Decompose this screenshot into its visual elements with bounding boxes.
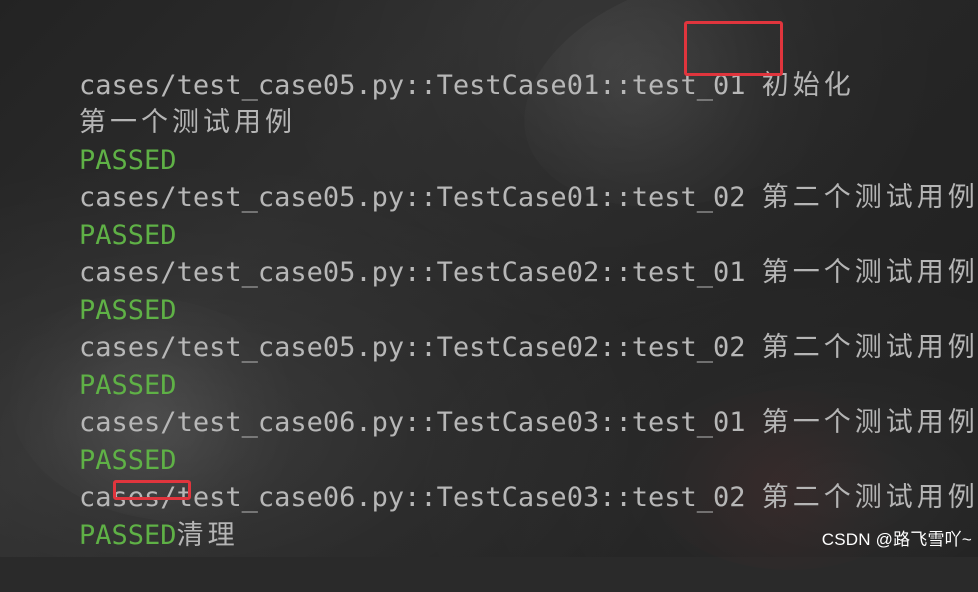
test-path: cases/test_case05.py::TestCase01::test_0…	[79, 182, 746, 213]
status-badge: PASSED	[79, 294, 177, 326]
test-path: cases/test_case05.py::TestCase01::test_0…	[79, 69, 746, 101]
status-badge: PASSED	[79, 519, 177, 551]
test-path: cases/test_case05.py::TestCase02::test_0…	[79, 332, 746, 363]
status-badge: PASSED	[79, 369, 177, 401]
test-description: 第二个测试用例	[761, 482, 978, 513]
test-description: 第一个测试用例	[761, 257, 978, 288]
status-badge: PASSED	[79, 444, 177, 476]
status-badge: PASSED	[79, 219, 177, 251]
terminal-text: 第一个测试用例	[79, 107, 297, 138]
terminal-text: 清理	[176, 519, 239, 551]
status-badge: PASSED	[79, 144, 177, 176]
test-description: 第一个测试用例	[761, 407, 978, 438]
test-path: cases/test_case06.py::TestCase03::test_0…	[79, 407, 746, 438]
terminal-output: cases/test_case05.py::TestCase01::test_0…	[14, 29, 975, 551]
test-description: 初始化	[761, 69, 855, 101]
test-description: 第二个测试用例	[761, 182, 978, 213]
terminal-line: cases/test_case05.py::TestCase01::test_0…	[14, 29, 954, 101]
test-path: cases/test_case05.py::TestCase02::test_0…	[79, 257, 746, 288]
watermark: CSDN @路飞雪吖~	[821, 530, 972, 549]
test-path: cases/test_case06.py::TestCase03::test_0…	[79, 482, 746, 513]
test-description: 第二个测试用例	[761, 332, 978, 363]
